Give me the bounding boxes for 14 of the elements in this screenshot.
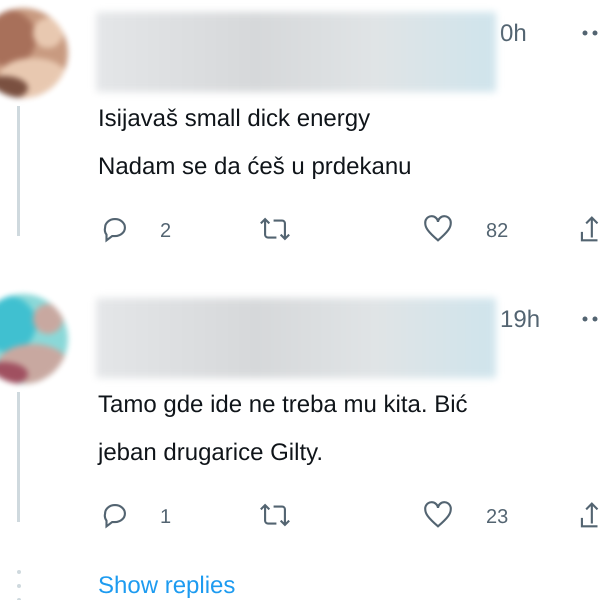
like-count: 82 xyxy=(486,220,510,243)
reply-count: 1 xyxy=(160,506,172,529)
reply-text: jeban drugarice Gilty. xyxy=(98,438,324,468)
timestamp: 19h xyxy=(500,306,540,334)
more-icon[interactable] xyxy=(582,30,600,36)
reply-count: 2 xyxy=(160,220,172,243)
like-count: 23 xyxy=(486,506,510,529)
dotted-line xyxy=(17,570,21,600)
show-replies-link[interactable]: Show replies xyxy=(98,572,236,600)
reply-text: Tamo gde ide ne treba mu kita. Bić xyxy=(98,390,469,420)
reply-text: Nadam se da ćeš u prdekanu xyxy=(98,152,413,182)
timestamp: 0h xyxy=(500,20,527,48)
reply-text: Isijavaš small dick energy xyxy=(98,104,372,134)
more-icon[interactable] xyxy=(582,316,600,322)
